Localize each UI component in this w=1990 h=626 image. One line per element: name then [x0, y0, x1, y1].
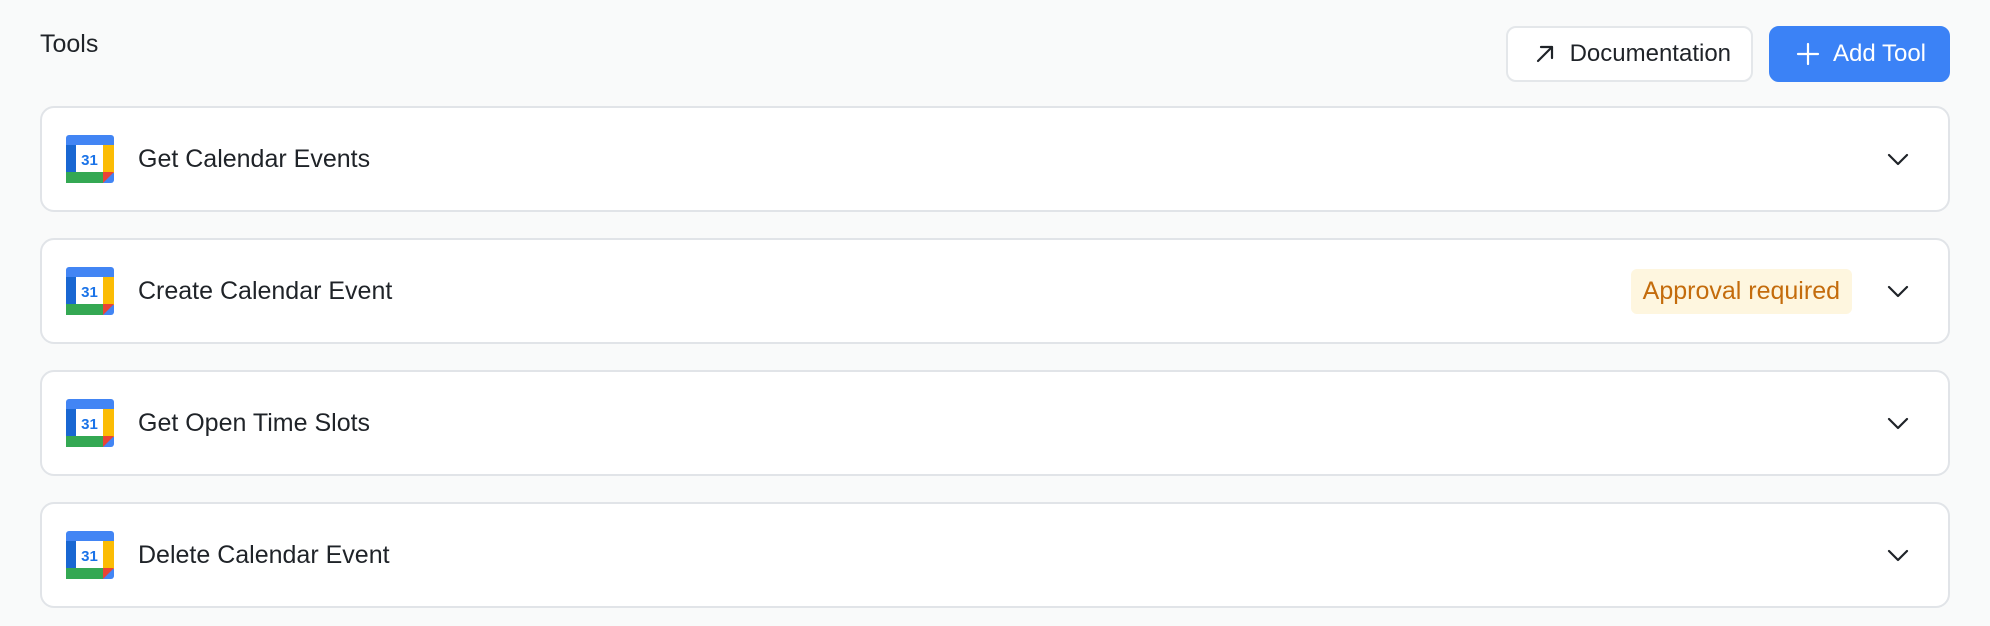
svg-text:31: 31 — [81, 284, 98, 301]
tool-name: Delete Calendar Event — [138, 540, 390, 569]
tool-name: Get Open Time Slots — [138, 408, 371, 437]
svg-text:31: 31 — [81, 152, 98, 169]
chevron-down-icon[interactable] — [1884, 145, 1912, 173]
tool-card-1[interactable]: 31 Get Calendar Events — [40, 106, 1950, 212]
approval-required-badge: Approval required — [1630, 268, 1852, 314]
header-actions: Documentation Add Tool — [1505, 26, 1950, 82]
plus-icon — [1795, 41, 1821, 67]
tools-page: Tools Documentation Add Tool 31 Get Cale… — [0, 0, 1990, 626]
tool-card-3[interactable]: 31 Get Open Time Slots — [40, 370, 1950, 476]
tool-card-2[interactable]: 31 Create Calendar Event Approval requir… — [40, 238, 1950, 344]
google-calendar-icon: 31 — [66, 267, 114, 315]
documentation-label: Documentation — [1569, 40, 1732, 67]
tools-header: Tools Documentation Add Tool — [40, 0, 1950, 106]
tool-name: Get Calendar Events — [138, 144, 371, 173]
add-tool-label: Add Tool — [1833, 40, 1926, 67]
chevron-down-icon[interactable] — [1884, 541, 1912, 569]
chevron-down-icon[interactable] — [1884, 277, 1912, 305]
add-tool-button[interactable]: Add Tool — [1769, 26, 1950, 82]
chevron-down-icon[interactable] — [1884, 409, 1912, 437]
svg-text:31: 31 — [81, 416, 98, 433]
tool-card-4[interactable]: 31 Delete Calendar Event — [40, 502, 1950, 608]
google-calendar-icon: 31 — [66, 135, 114, 183]
section-title: Tools — [40, 30, 99, 58]
google-calendar-icon: 31 — [66, 399, 114, 447]
external-link-arrow-icon — [1532, 41, 1558, 67]
documentation-button[interactable]: Documentation — [1505, 26, 1754, 82]
tool-list: 31 Get Calendar Events 31 Create Calenda… — [40, 106, 1950, 608]
tool-name: Create Calendar Event — [138, 276, 393, 305]
svg-text:31: 31 — [81, 548, 98, 565]
google-calendar-icon: 31 — [66, 531, 114, 579]
